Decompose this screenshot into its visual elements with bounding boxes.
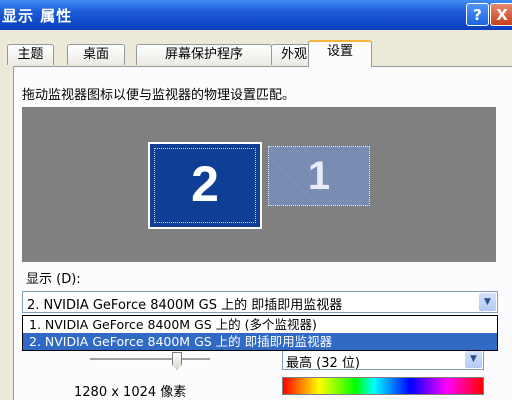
display-option-highlighted[interactable]: 2. NVIDIA GeForce 8400M GS 上的 即插即用监视器	[23, 333, 497, 350]
close-button[interactable]: X	[490, 3, 512, 26]
chevron-down-icon[interactable]: ▼	[479, 293, 496, 311]
help-button[interactable]: ?	[466, 3, 489, 26]
monitor-1-icon[interactable]: 1	[268, 146, 370, 206]
title-bar[interactable]: 显示 属性 ? X	[0, 0, 512, 30]
chevron-down-icon[interactable]: ▼	[465, 351, 482, 368]
display-option[interactable]: 1. NVIDIA GeForce 8400M GS 上的 (多个监视器)	[23, 316, 497, 333]
resolution-value: 1280 x 1024 像素	[74, 385, 187, 400]
tab-desktop[interactable]: 桌面	[67, 44, 125, 65]
resolution-slider-track[interactable]	[90, 358, 210, 361]
tab-settings[interactable]: 设置	[308, 40, 372, 67]
tab-screensaver[interactable]: 屏幕保护程序	[136, 44, 272, 65]
window-title: 显示 属性	[2, 7, 73, 25]
monitor-1-number: 1	[307, 154, 331, 198]
display-label: 显示 (D):	[26, 272, 81, 287]
monitor-2-focus-border	[154, 148, 256, 223]
color-quality-select[interactable]: 最高 (32 位) ▼	[282, 349, 484, 371]
color-quality-value: 最高 (32 位)	[286, 356, 360, 371]
color-spectrum-preview	[282, 377, 484, 395]
display-select[interactable]: 2. NVIDIA GeForce 8400M GS 上的 即插即用监视器 ▼	[22, 291, 498, 313]
instruction-text: 拖动监视器图标以便与监视器的物理设置匹配。	[22, 88, 296, 103]
display-dropdown-list[interactable]: 1. NVIDIA GeForce 8400M GS 上的 (多个监视器) 2.…	[22, 315, 498, 351]
tab-themes[interactable]: 主题	[7, 44, 54, 65]
display-select-value: 2. NVIDIA GeForce 8400M GS 上的 即插即用监视器	[27, 298, 343, 313]
monitor-arrangement-area[interactable]: 2 1	[22, 107, 496, 262]
monitor-2-icon[interactable]: 2	[148, 142, 262, 229]
